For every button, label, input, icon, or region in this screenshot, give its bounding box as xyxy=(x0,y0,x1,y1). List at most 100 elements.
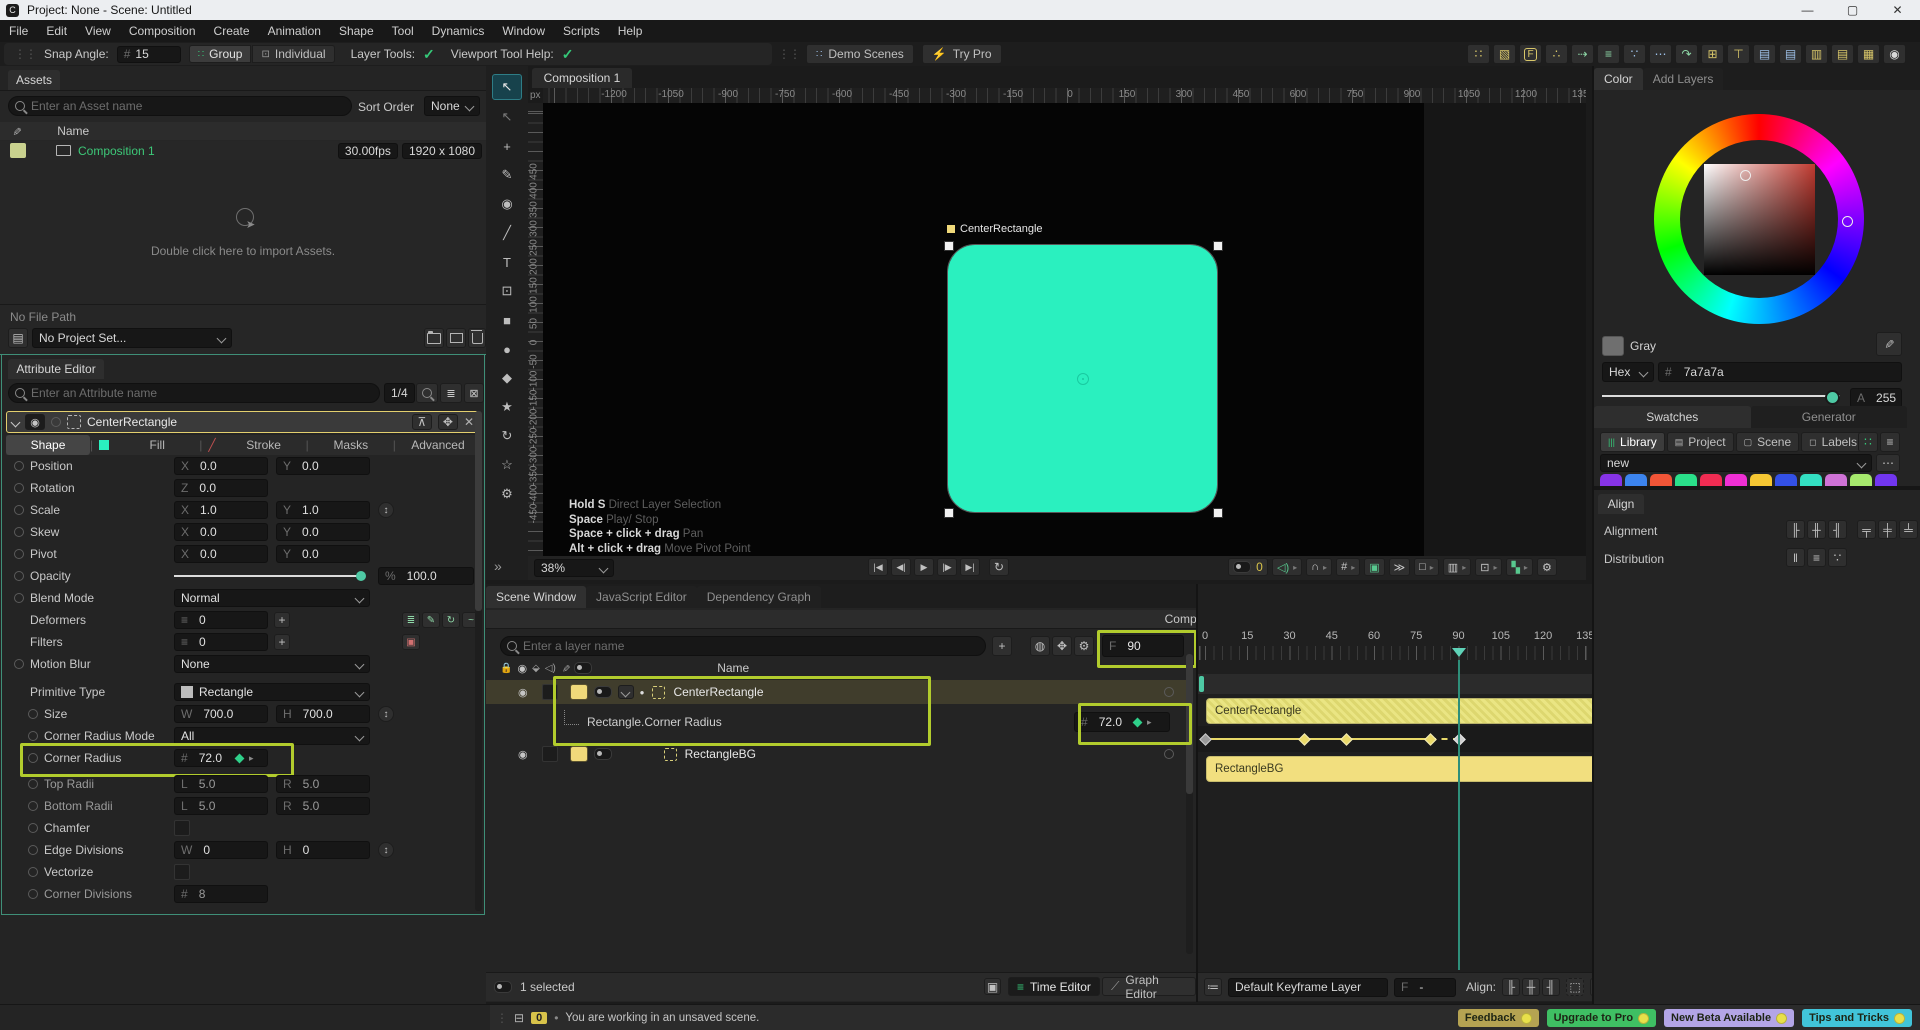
camera-icon[interactable]: ◉ xyxy=(1883,44,1906,64)
mini-icon[interactable]: ▣ xyxy=(402,634,420,650)
attr-field-keyed[interactable]: #72.0 ▸ xyxy=(174,749,268,767)
pick-icon[interactable]: ✎ xyxy=(559,664,570,672)
new-box-button[interactable] xyxy=(446,328,466,348)
attr-field[interactable]: X 0.0 xyxy=(174,457,268,475)
alignment-button-5[interactable]: ╧ xyxy=(1899,520,1918,539)
alignment-button-3[interactable]: ╤ xyxy=(1857,520,1876,539)
mini-icon[interactable]: ↻ xyxy=(442,612,460,628)
distribution-button-2[interactable]: ∵ xyxy=(1828,548,1847,567)
mini-icon[interactable]: ≣ xyxy=(402,612,420,628)
star-tool[interactable]: ★ xyxy=(493,395,521,419)
scene-scrollbar[interactable] xyxy=(1186,654,1193,954)
layer-tools-check-icon[interactable]: ✓ xyxy=(423,46,435,63)
attr-field[interactable]: L 5.0 xyxy=(174,797,268,815)
layout-bottom-icon[interactable]: ▤ xyxy=(1779,44,1802,64)
checker-button[interactable]: ▚ ▸ xyxy=(1506,558,1533,576)
more-button[interactable]: ≫ xyxy=(1388,558,1411,576)
clear-search-button[interactable]: ⊠ xyxy=(464,383,484,403)
keyframe-diamond-icon[interactable] xyxy=(1132,717,1143,727)
pin-list-button[interactable]: ≣ xyxy=(440,383,462,403)
link-toggle-icon[interactable]: ↕ xyxy=(378,502,394,518)
layer-swatch[interactable] xyxy=(569,746,588,762)
attr-field[interactable]: ≡ 0 xyxy=(174,633,268,651)
keyframe-dot-icon[interactable] xyxy=(28,867,38,877)
playhead-line[interactable] xyxy=(1457,660,1460,970)
selection-handle[interactable] xyxy=(1213,241,1223,251)
settings-tool[interactable]: ⚙ xyxy=(493,482,521,506)
grid-button[interactable]: # ▸ xyxy=(1336,558,1361,576)
eye-icon[interactable]: ◉ xyxy=(518,748,528,761)
maximize-button[interactable]: ▢ xyxy=(1830,3,1875,17)
expander-icon[interactable]: ▸ xyxy=(249,753,254,764)
tab-add-layers[interactable]: Add Layers xyxy=(1642,68,1724,90)
keyframe-dot-icon[interactable] xyxy=(14,549,24,559)
motion-path-icon[interactable]: ⇢ xyxy=(1571,44,1594,64)
ellipse-tool[interactable]: ● xyxy=(493,337,521,361)
layer-swatch[interactable] xyxy=(569,684,588,700)
step-back-button[interactable]: ◀| xyxy=(891,558,911,576)
attr-tab-fill[interactable]: Fill xyxy=(115,435,199,455)
keyframe-diamond-icon[interactable] xyxy=(234,753,245,763)
toggle-icon[interactable] xyxy=(593,748,612,760)
attr-slider[interactable] xyxy=(174,575,364,577)
asset-name[interactable]: Composition 1 xyxy=(78,144,155,158)
hex-mode-dropdown[interactable]: Hex xyxy=(1602,362,1654,382)
move-mode-button[interactable]: ✥ xyxy=(1052,636,1072,656)
render-icon[interactable]: ⬙ xyxy=(532,663,540,674)
attr-field[interactable]: H0 xyxy=(276,841,370,859)
alignment-button-2[interactable]: ╢ xyxy=(1828,520,1847,539)
hex-value-field[interactable]: #7a7a7a xyxy=(1658,362,1902,382)
palette-dropdown[interactable]: new xyxy=(1600,454,1872,472)
slider-handle[interactable] xyxy=(356,571,366,581)
tab-dependency-graph[interactable]: Dependency Graph xyxy=(696,586,821,608)
attribute-layer-header[interactable]: ◉ CenterRectangle ⊼ ✥ ✕ xyxy=(6,411,480,433)
attr-tab-shape[interactable]: Shape xyxy=(6,435,91,455)
dot-box-button[interactable]: ▣ xyxy=(984,978,1001,995)
selection-handle[interactable] xyxy=(944,241,954,251)
text-tool[interactable]: T xyxy=(493,250,521,274)
toggle-icon[interactable] xyxy=(574,662,593,674)
keyframe-dot-icon[interactable] xyxy=(28,753,38,763)
zoom-dropdown[interactable]: 38% xyxy=(534,559,614,577)
status-button-upgrade-to-pro[interactable]: Upgrade to Pro xyxy=(1546,1009,1657,1027)
keyframe-dot-icon[interactable] xyxy=(14,571,24,581)
asset-search-input[interactable] xyxy=(8,96,352,116)
tl-align-button-2[interactable]: ╢ xyxy=(1542,978,1561,996)
attr-tab-masks[interactable]: Masks xyxy=(309,435,393,455)
attr-field[interactable]: % 100.0 xyxy=(378,567,474,585)
range-start-handle[interactable] xyxy=(1199,676,1204,692)
keyframe-dot-icon[interactable] xyxy=(28,709,38,719)
skip-end-button[interactable]: ▶| xyxy=(960,558,980,576)
selection-handle[interactable] xyxy=(944,508,954,518)
attr-field[interactable]: R 5.0 xyxy=(276,775,370,793)
menu-tool[interactable]: Tool xyxy=(383,24,423,38)
layer-row[interactable]: ◉ ● CenterRectangle xyxy=(486,680,1186,704)
filter-settings-button[interactable]: ⚙ xyxy=(1074,636,1094,656)
alignment-button-0[interactable]: ╟ xyxy=(1786,520,1805,539)
tab-scene-window[interactable]: Scene Window xyxy=(486,586,587,608)
guides-button[interactable]: ▣ xyxy=(1364,558,1385,576)
time-editor-button[interactable]: ≡ Time Editor xyxy=(1008,977,1100,996)
keyframe-diamond[interactable] xyxy=(1339,733,1353,746)
demo-scenes-button[interactable]: ∷ Demo Scenes xyxy=(806,44,914,64)
rows-icon[interactable]: ▤ xyxy=(1831,44,1854,64)
snap-angle-input[interactable]: # 15 xyxy=(116,45,181,63)
grid-icon[interactable]: ▦ xyxy=(1857,44,1880,64)
layout-top-icon[interactable]: ▤ xyxy=(1753,44,1776,64)
expander-icon[interactable]: ▸ xyxy=(1147,717,1152,728)
project-set-icon-button[interactable]: ▤ xyxy=(8,328,28,348)
layers-button[interactable]: ▥ ▸ xyxy=(1442,558,1472,576)
frame-field[interactable]: F 90 xyxy=(1102,635,1184,657)
arc-icon[interactable]: ↷ xyxy=(1675,44,1698,64)
console-icon[interactable]: ⊟ xyxy=(514,1011,524,1025)
play-button[interactable]: ▶ xyxy=(914,558,934,576)
playhead-marker[interactable] xyxy=(1451,648,1466,657)
attribute-search-input[interactable] xyxy=(8,383,380,403)
alpha-field[interactable]: A 255 xyxy=(1850,388,1902,408)
expand-chevron[interactable] xyxy=(617,685,634,699)
layer-row[interactable]: ◉ RectangleBG xyxy=(486,742,1186,766)
keyframe-dot-icon[interactable] xyxy=(28,731,38,741)
distribution-button-1[interactable]: ≡ xyxy=(1807,548,1826,567)
attr-field[interactable]: H 700.0 xyxy=(276,705,370,723)
attr-field[interactable]: W0 xyxy=(174,841,268,859)
